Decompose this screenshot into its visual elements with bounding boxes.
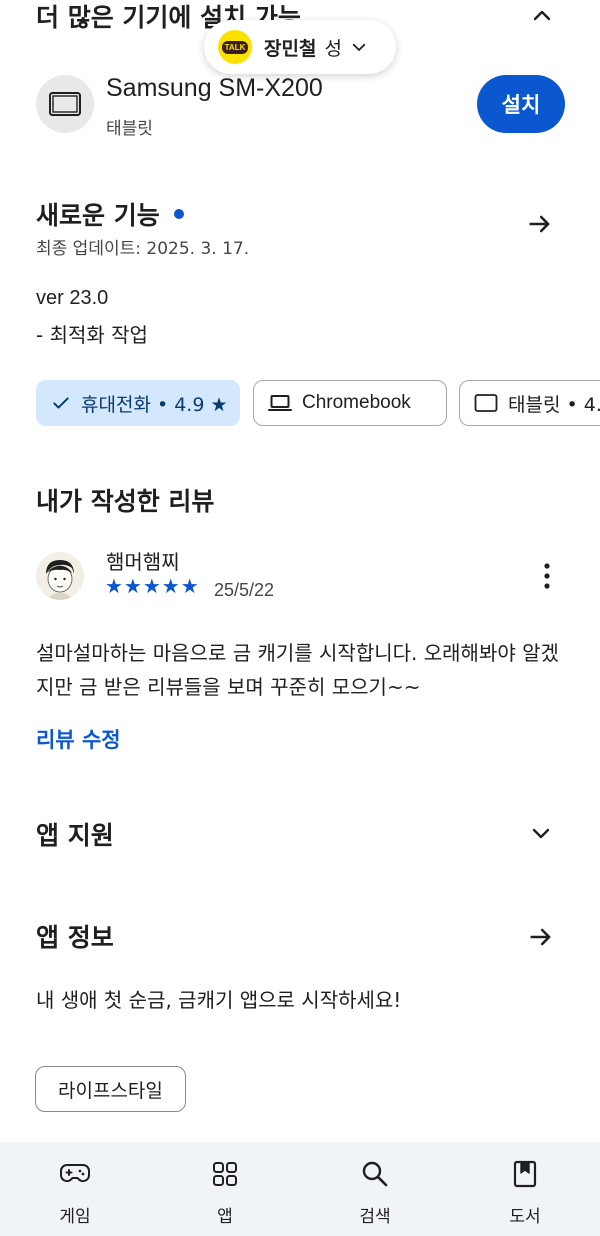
kakaotalk-logo-icon: TALK xyxy=(218,30,252,64)
chevron-down-icon xyxy=(352,43,366,51)
new-indicator-dot xyxy=(173,209,184,219)
arrow-right-icon xyxy=(529,215,550,233)
edit-review-link[interactable]: 리뷰 수정 xyxy=(36,724,121,754)
chip-chromebook-label: Chromebook xyxy=(302,392,411,413)
nav-item-books[interactable]: 도서 xyxy=(450,1142,600,1236)
search-icon xyxy=(359,1158,391,1190)
category-chip[interactable]: 라이프스타일 xyxy=(35,1066,186,1112)
more-vertical-icon xyxy=(544,563,550,589)
apps-grid-icon xyxy=(209,1158,241,1190)
tablet-device-avatar xyxy=(36,75,94,133)
chevron-down-icon xyxy=(532,828,550,839)
nav-label-books: 도서 xyxy=(509,1207,541,1227)
chip-tablet-label: 태블릿 • 4.9 xyxy=(508,393,600,416)
device-name: Samsung SM-X200 xyxy=(106,74,323,102)
whats-new-title[interactable]: 새로운 기능 xyxy=(36,196,184,232)
whats-new-arrow-button[interactable] xyxy=(520,204,560,244)
bookmark-icon xyxy=(509,1158,541,1190)
reviewer-avatar xyxy=(36,552,84,600)
check-icon xyxy=(53,397,69,409)
tablet-icon xyxy=(474,394,498,412)
arrow-right-icon xyxy=(530,928,551,946)
reviewer-name: 햄머햄찌 xyxy=(106,550,180,574)
app-info-title[interactable]: 앱 정보 xyxy=(36,918,114,954)
nav-item-games[interactable]: 게임 xyxy=(0,1142,150,1236)
nav-item-search[interactable]: 검색 xyxy=(300,1142,450,1236)
gamepad-icon xyxy=(59,1158,91,1190)
bottom-navigation: 게임 앱 검색 도서 xyxy=(0,1142,600,1236)
device-type: 태블릿 xyxy=(106,119,153,139)
review-more-options-button[interactable] xyxy=(527,556,567,596)
app-description: 내 생애 첫 순금, 금캐기 앱으로 시작하세요! xyxy=(36,988,402,1012)
review-date: 25/5/22 xyxy=(214,580,275,600)
review-rating-stars: ★★★★★ xyxy=(105,574,200,598)
chip-phone-label: 휴대전화 • 4.9 ★ xyxy=(81,393,228,416)
kakao-account-suffix: 성 xyxy=(324,37,342,60)
version-text: ver 23.0 xyxy=(36,287,109,309)
chip-phone[interactable]: 휴대전화 • 4.9 ★ xyxy=(36,380,240,426)
kakao-account-name: 장민철 xyxy=(264,37,317,60)
nav-item-apps[interactable]: 앱 xyxy=(150,1142,300,1236)
nav-label-apps: 앱 xyxy=(217,1207,233,1227)
review-text: 설마설마하는 마음으로 금 캐기를 시작합니다. 오래해봐야 알겠지만 금 받은… xyxy=(36,641,559,699)
laptop-icon xyxy=(268,395,292,411)
nav-label-search: 검색 xyxy=(359,1207,391,1227)
tablet-icon xyxy=(49,92,81,116)
last-updated-date: 최종 업데이트: 2025. 3. 17. xyxy=(36,239,250,259)
chip-tablet[interactable]: 태블릿 • 4.9 xyxy=(459,380,600,426)
app-support-title[interactable]: 앱 지원 xyxy=(36,816,114,852)
kakao-account-pill[interactable]: TALK 장민철 성 xyxy=(204,20,396,74)
chevron-up-icon xyxy=(533,10,551,21)
nav-label-games: 게임 xyxy=(59,1207,91,1227)
whats-new-label: 새로운 기능 xyxy=(36,201,160,230)
app-support-expand-button[interactable] xyxy=(521,813,561,853)
app-info-arrow-button[interactable] xyxy=(521,917,561,957)
my-review-title: 내가 작성한 리뷰 xyxy=(36,487,215,516)
collapse-button[interactable] xyxy=(522,0,562,36)
change-note: - 최적화 작업 xyxy=(36,323,148,347)
install-button[interactable]: 설치 xyxy=(477,75,565,133)
chip-chromebook[interactable]: Chromebook xyxy=(253,380,447,426)
